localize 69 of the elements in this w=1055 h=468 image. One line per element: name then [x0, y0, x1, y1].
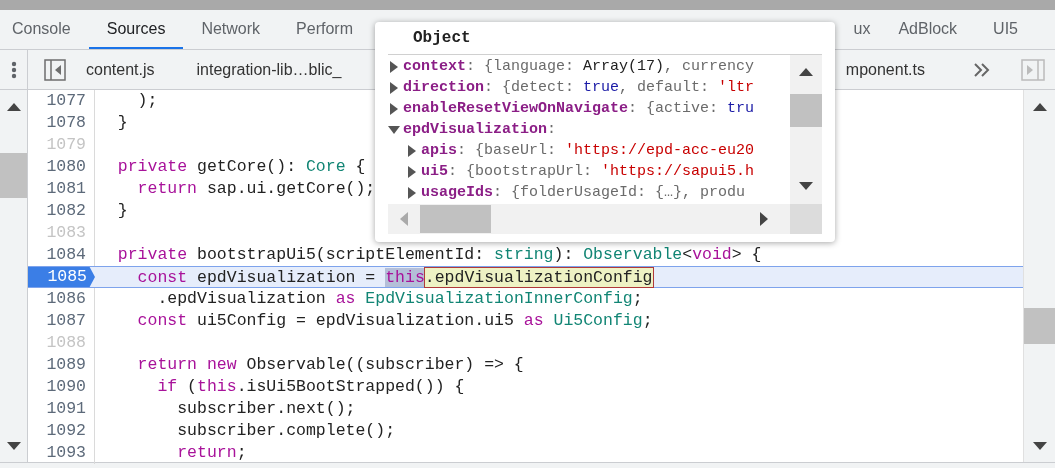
collapsed-triangle-icon[interactable] — [388, 81, 400, 94]
code-line: const epdVisualization = this.epdVisualizationConfig — [136, 267, 653, 287]
scrollbar-thumb[interactable] — [1024, 308, 1055, 344]
property-entry[interactable]: context: {language: Array(17), currency — [403, 56, 755, 77]
code-line: private getCore(): Core { — [116, 156, 366, 178]
more-options-icon[interactable] — [10, 60, 17, 79]
line-number: 1090 — [28, 376, 95, 398]
popover-title: Object — [388, 22, 822, 55]
panel-tab[interactable]: Perform — [278, 10, 371, 49]
code-line: ); — [136, 90, 158, 112]
code-line: return; — [176, 442, 247, 464]
code-line: .epdVisualization as EpdVisualizationInnerConfig; — [156, 288, 643, 310]
line-number: 1089 — [28, 354, 95, 376]
file-tab[interactable]: integration-lib…blic_ — [196, 57, 342, 82]
line-number: 1088 — [28, 332, 95, 354]
scrollbar-thumb[interactable] — [420, 205, 491, 233]
more-tabs-icon[interactable] — [973, 62, 991, 77]
scrollbar-thumb[interactable] — [790, 94, 822, 127]
property-entry[interactable]: usageIds: {folderUsageId: {…}, produ — [421, 182, 746, 203]
line-number: 1082 — [28, 200, 95, 222]
panel-tab[interactable]: Network — [183, 10, 279, 49]
collapsed-triangle-icon[interactable] — [406, 165, 418, 178]
code-line: private bootstrapUi5(scriptElementId: string): Observable<void> { — [116, 244, 762, 266]
expanded-triangle-icon[interactable] — [388, 123, 400, 136]
breakpoint-marker[interactable]: 1085 — [28, 267, 95, 287]
scroll-up-icon[interactable] — [1032, 101, 1047, 113]
collapsed-triangle-icon[interactable] — [406, 144, 418, 157]
code-line: const ui5Config = epdVisualization.ui5 as Ui5Config; — [136, 310, 653, 332]
panel-tab[interactable]: Console — [0, 10, 89, 49]
scroll-right-icon[interactable] — [758, 212, 770, 226]
line-number: 1091 — [28, 398, 95, 420]
collapsed-triangle-icon[interactable] — [388, 102, 400, 115]
property-entry[interactable]: ui5: {bootstrapUrl: 'https://sapui5.h — [421, 161, 755, 182]
panel-tab[interactable]: ux — [849, 10, 881, 49]
line-number: 1083 — [28, 222, 95, 244]
scroll-down-icon[interactable] — [6, 440, 21, 452]
toggle-navigator-icon[interactable] — [44, 58, 66, 81]
panel-tab[interactable]: UI5 — [975, 10, 1055, 49]
scrollbar-corner — [790, 204, 822, 234]
code-line: return new Observable((subscriber) => { — [136, 354, 524, 376]
code-line: subscriber.next(); — [176, 398, 356, 420]
scroll-up-icon[interactable] — [6, 101, 21, 113]
property-entry[interactable]: enableResetViewOnNavigate: {active: tru — [403, 98, 755, 119]
property-entry[interactable]: direction: {detect: true, default: 'ltr — [403, 77, 755, 98]
line-number: 1078 — [28, 112, 95, 134]
line-number: 1080 — [28, 156, 95, 178]
file-tab[interactable]: content.js — [86, 57, 155, 82]
line-number: 1077 — [28, 90, 95, 112]
collapsed-triangle-icon[interactable] — [388, 60, 400, 73]
code-line: } — [116, 112, 128, 134]
code-line: return sap.ui.getCore(); — [136, 178, 376, 200]
scroll-up-icon[interactable] — [799, 66, 813, 78]
scroll-down-icon[interactable] — [799, 180, 813, 192]
line-number: 1081 — [28, 178, 95, 200]
file-tab[interactable]: mponent.ts — [845, 57, 925, 82]
line-number: 1079 — [28, 134, 95, 156]
line-number: 1087 — [28, 310, 95, 332]
collapsed-triangle-icon[interactable] — [406, 186, 418, 199]
line-number: 1092 — [28, 420, 95, 442]
code-line: if (this.isUi5BootStrapped()) { — [156, 376, 465, 398]
panel-tab[interactable]: AdBlock — [880, 10, 976, 49]
code-line: } — [116, 200, 128, 222]
property-entry[interactable]: apis: {baseUrl: 'https://epd-acc-eu20 — [421, 140, 755, 161]
line-number: 1086 — [28, 288, 95, 310]
scroll-down-icon[interactable] — [1032, 440, 1047, 452]
code-line: subscriber.complete(); — [176, 420, 396, 442]
toggle-debugger-icon[interactable] — [1021, 58, 1045, 81]
property-entry[interactable]: epdVisualization: — [403, 119, 557, 140]
scrollbar-thumb[interactable] — [0, 153, 27, 198]
